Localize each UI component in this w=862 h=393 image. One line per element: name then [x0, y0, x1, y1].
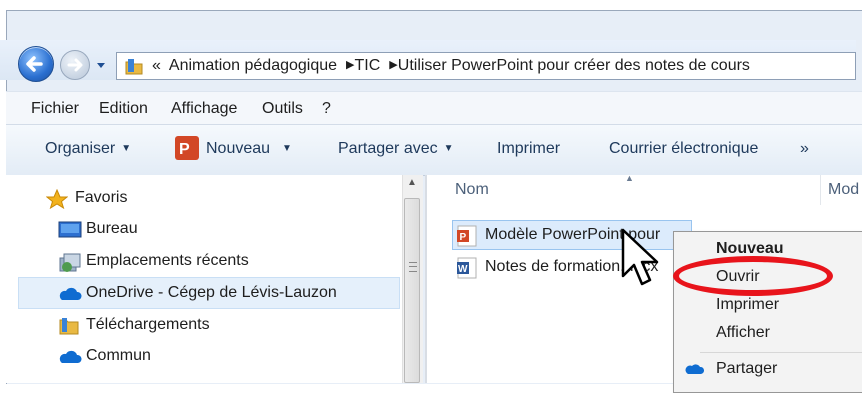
word-file-icon: W [457, 257, 477, 279]
onedrive-icon [685, 364, 704, 374]
chevron-down-icon: ▼ [121, 143, 132, 154]
svg-text:P: P [460, 232, 467, 243]
breadcrumb[interactable]: «Animation pédagogique ▶TIC ▶Utiliser Powe… [152, 57, 750, 75]
nav-label: Favoris [75, 189, 128, 206]
menu-separator [700, 352, 862, 353]
breadcrumb-item[interactable]: TIC [355, 57, 381, 74]
chevron-down-icon: ▼ [282, 143, 292, 154]
folder-icon [125, 59, 143, 75]
breadcrumb-item[interactable]: Utiliser PowerPoint pour créer des notes… [398, 57, 750, 74]
scrollbar-thumb[interactable] [404, 198, 420, 383]
column-header-nom[interactable]: Nom [455, 181, 489, 199]
nav-label: Bureau [86, 220, 138, 237]
context-menu-imprimer[interactable]: Imprimer [716, 296, 779, 314]
organiser-button[interactable]: Organiser ▼ [45, 140, 131, 158]
nouveau-label: Nouveau [206, 140, 271, 157]
context-menu-afficher[interactable]: Afficher [716, 324, 770, 342]
forward-button[interactable] [60, 50, 90, 80]
svg-text:P: P [179, 141, 190, 158]
nav-label: Téléchargements [86, 316, 210, 333]
recent-places-icon [59, 253, 81, 272]
column-separator[interactable] [820, 175, 821, 205]
onedrive-icon [59, 287, 82, 300]
nav-label: Emplacements récents [86, 252, 249, 269]
mouse-cursor-icon [621, 228, 659, 286]
star-icon [46, 189, 68, 209]
partager-avec-button[interactable]: Partager avec ▼ [338, 140, 454, 158]
recent-pages-dropdown[interactable] [96, 60, 106, 70]
svg-text:W: W [458, 264, 468, 275]
menu-help[interactable]: ? [322, 100, 331, 118]
context-menu-partager[interactable]: Partager [716, 360, 777, 378]
partager-label: Partager avec [338, 140, 438, 157]
back-button[interactable] [18, 46, 54, 82]
organiser-label: Organiser [45, 140, 116, 157]
chevron-down-icon: ▼ [443, 143, 454, 154]
forward-arrow-icon [67, 58, 83, 72]
chevron-right-icon[interactable]: ▶ [346, 58, 354, 71]
menu-affichage[interactable]: Affichage [171, 100, 237, 118]
downloads-folder-icon [59, 318, 79, 335]
onedrive-icon [59, 350, 82, 363]
more-commands-button[interactable]: » [800, 140, 809, 158]
desktop-icon [58, 221, 82, 238]
nav-label: Commun [86, 347, 151, 364]
menu-edition[interactable]: Edition [99, 100, 148, 118]
chevron-right-icon[interactable]: ▶ [389, 58, 397, 71]
scroll-up-icon[interactable]: ▲ [407, 177, 417, 188]
courrier-electronique-button[interactable]: Courrier électronique [609, 140, 758, 158]
nav-label: OneDrive - Cégep de Lévis-Lauzon [86, 284, 337, 301]
highlight-ring [673, 256, 833, 296]
breadcrumb-item[interactable]: Animation pédagogique [169, 57, 337, 74]
nouveau-button[interactable]: Nouveau ▼ [206, 140, 292, 158]
powerpoint-icon: P [175, 136, 199, 160]
screen-top [0, 0, 862, 10]
column-header-modified[interactable]: Mod [828, 181, 859, 199]
menu-fichier[interactable]: Fichier [31, 100, 79, 118]
powerpoint-file-icon: P [457, 225, 477, 247]
back-arrow-icon [26, 56, 43, 72]
imprimer-button[interactable]: Imprimer [497, 140, 560, 158]
grip-icon [409, 262, 417, 272]
breadcrumb-overflow[interactable]: « [152, 57, 161, 74]
sort-ascending-icon: ▲ [625, 173, 634, 183]
menu-outils[interactable]: Outils [262, 100, 303, 118]
